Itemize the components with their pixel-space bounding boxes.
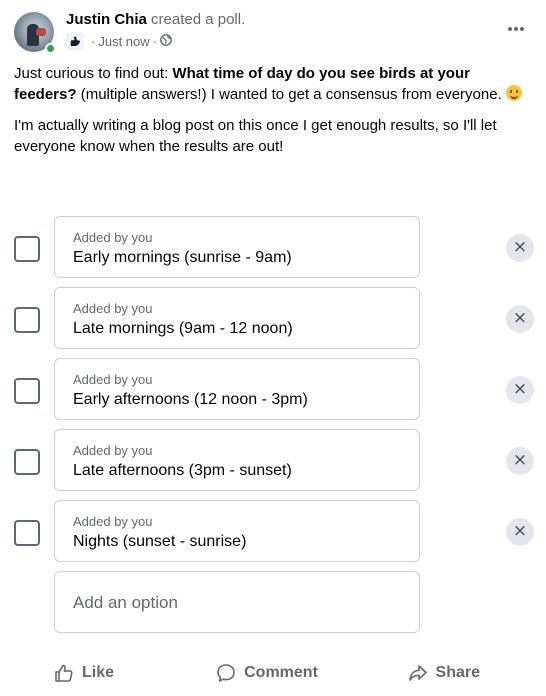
add-option-field[interactable] (54, 571, 420, 634)
post-action-text: created a poll. (146, 11, 246, 28)
poll-option-added-by: Added by you (73, 230, 153, 245)
post-tail-text: (multiple answers!) I wanted to get a co… (76, 86, 506, 103)
post-paragraph-2: I'm actually writing a blog post on this… (14, 117, 497, 155)
poll-option-row: Added by you Nights (sunset - sunrise) × (14, 500, 536, 571)
poll-option-label: Early mornings (sunrise - 9am) (73, 249, 292, 266)
poll-option-label: Early afternoons (12 noon - 3pm) (73, 391, 308, 408)
poll-option-row: Added by you Late afternoons (3pm - suns… (14, 429, 536, 500)
remove-option-button[interactable]: × (506, 447, 534, 475)
poll-option-checkbox[interactable] (14, 307, 40, 333)
poll-option-added-by: Added by you (73, 443, 153, 458)
remove-option-button[interactable]: × (506, 234, 534, 262)
poll-option-checkbox[interactable] (14, 236, 40, 262)
poll: Added by you Early mornings (sunrise - 9… (14, 216, 536, 634)
more-options-button[interactable] (500, 18, 532, 42)
poll-option[interactable]: Added by you Early afternoons (12 noon -… (54, 358, 420, 420)
poll-option-checkbox[interactable] (14, 449, 40, 475)
poll-option-label: Nights (sunset - sunrise) (73, 533, 247, 550)
like-button[interactable]: Like (54, 655, 174, 691)
poll-option[interactable]: Added by you Late mornings (9am - 12 noo… (54, 287, 420, 349)
poll-option-label: Late mornings (9am - 12 noon) (73, 320, 293, 337)
post-meta: · Just now · (66, 32, 172, 50)
remove-option-button[interactable]: × (506, 376, 534, 404)
timestamp[interactable]: Just now (98, 34, 149, 49)
group-icon[interactable] (66, 32, 84, 50)
avatar-figure-detail (36, 28, 46, 36)
smiling-face-emoji-icon (505, 85, 522, 101)
post-paragraph-1: Just curious to find out: What time of d… (14, 63, 534, 105)
meta-separator: · (91, 33, 96, 49)
share-arrow-icon (408, 665, 427, 681)
poll-option-label: Late afternoons (3pm - sunset) (73, 462, 292, 479)
post-actions-bar: Like Comment Share (14, 654, 534, 692)
share-label: Share (435, 664, 480, 681)
poll-option[interactable]: Added by you Nights (sunset - sunrise) (54, 500, 420, 562)
more-horizontal-icon (508, 27, 524, 31)
post-header: Justin Chia created a poll. · Just now · (14, 10, 534, 56)
share-button[interactable]: Share (360, 655, 480, 691)
post-body: Just curious to find out: What time of d… (14, 63, 534, 167)
remove-option-button[interactable]: × (506, 518, 534, 546)
remove-option-button[interactable]: × (506, 305, 534, 333)
online-status-dot (45, 43, 56, 54)
poll-option-row: Added by you Late mornings (9am - 12 noo… (14, 287, 536, 358)
poll-option-row: Added by you Early mornings (sunrise - 9… (14, 216, 536, 287)
poll-option-row: Added by you Early afternoons (12 noon -… (14, 358, 536, 429)
poll-option-checkbox[interactable] (14, 520, 40, 546)
comment-label: Comment (244, 664, 318, 681)
author-line: Justin Chia created a poll. (66, 11, 245, 28)
like-label: Like (82, 664, 115, 681)
poll-option-added-by: Added by you (73, 301, 153, 316)
poll-option-added-by: Added by you (73, 514, 153, 529)
poll-option[interactable]: Added by you Early mornings (sunrise - 9… (54, 216, 420, 278)
add-option-input[interactable] (73, 572, 403, 634)
thumbs-up-icon (55, 664, 73, 682)
globe-icon[interactable] (160, 33, 172, 49)
meta-separator: · (152, 33, 157, 49)
post-lead-text: Just curious to find out: (14, 65, 173, 82)
author-name[interactable]: Justin Chia (66, 11, 147, 28)
poll-option-added-by: Added by you (73, 372, 153, 387)
comment-bubble-icon (217, 664, 235, 682)
comment-button[interactable]: Comment (207, 655, 327, 691)
poll-option-checkbox[interactable] (14, 378, 40, 404)
poll-option[interactable]: Added by you Late afternoons (3pm - suns… (54, 429, 420, 491)
